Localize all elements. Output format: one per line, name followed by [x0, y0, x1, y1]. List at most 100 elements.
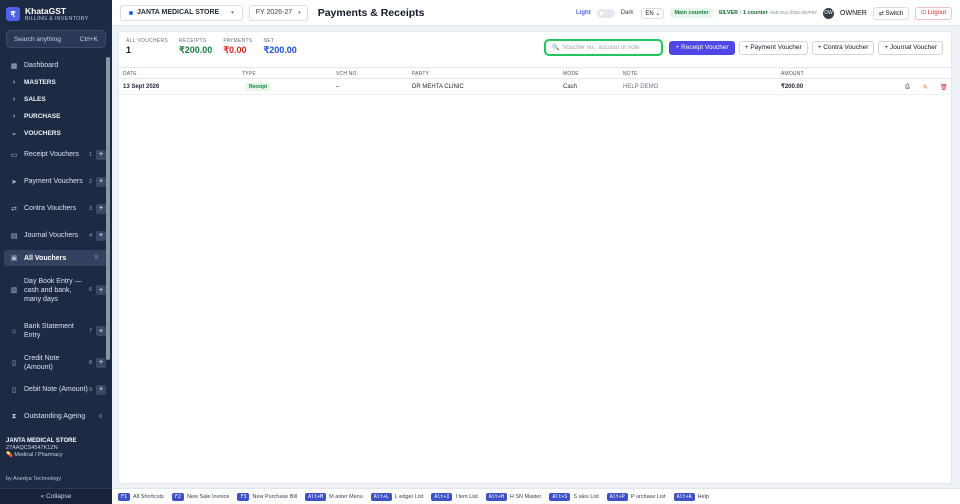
- sidebar-item-dashboard[interactable]: ▦ Dashboard: [0, 57, 112, 74]
- add-bank-statement-button[interactable]: +: [96, 326, 106, 336]
- shortcut-key[interactable]: Alt+S: [549, 492, 571, 501]
- document-icon: ▯: [12, 359, 16, 367]
- sidebar-scrollbar[interactable]: [106, 57, 110, 360]
- sidebar: ₹ KhataGST BILLING & INVENTORY Search an…: [0, 0, 112, 504]
- col-type[interactable]: TYPE: [242, 68, 256, 80]
- shortcut-label[interactable]: All Shortcuts: [133, 494, 164, 500]
- store-name: JANTA MEDICAL STORE: [6, 438, 77, 444]
- stat-net: NET ₹200.00: [263, 38, 296, 56]
- shortcut-key[interactable]: Alt+H: [485, 492, 507, 501]
- sidebar-item-label: All Vouchers: [24, 254, 67, 262]
- add-payment-voucher-button[interactable]: + Payment Voucher: [738, 40, 808, 55]
- shortcut-label[interactable]: L edger List: [395, 494, 424, 500]
- shortcut-number: 2: [88, 178, 92, 185]
- shortcut-number: 8: [88, 359, 92, 366]
- shortcut-label[interactable]: S ales List: [573, 494, 598, 500]
- col-party[interactable]: PARTY: [412, 68, 429, 80]
- sidebar-item-day-book[interactable]: ▥ Day Book Entry — cash and bank, many d…: [0, 267, 112, 313]
- stat-caption: NET: [263, 38, 275, 44]
- cell-type: Receipt: [245, 80, 272, 95]
- fy-label: FY 2026-27: [255, 9, 293, 16]
- add-journal-voucher-button[interactable]: + Journal Voucher: [878, 40, 943, 55]
- sidebar-item-vouchers[interactable]: ⌄ VOUCHERS: [0, 125, 112, 141]
- brand[interactable]: ₹ KhataGST BILLING & INVENTORY: [0, 0, 112, 28]
- theme-toggle[interactable]: [596, 8, 615, 18]
- shortcut-key[interactable]: Alt+L: [370, 492, 392, 501]
- sidebar-item-credit-note[interactable]: ▯ Credit Note (Amount) 8 +: [0, 349, 112, 376]
- voucher-search-input[interactable]: 🔍 Voucher no., account or note: [544, 39, 664, 56]
- sidebar-item-all-vouchers[interactable]: ▣ All Vouchers 5: [4, 250, 108, 266]
- avatar[interactable]: OW: [823, 7, 835, 19]
- user-role: OWNER: [840, 9, 867, 17]
- sidebar-item-debit-note[interactable]: ▯ Debit Note (Amount) 9 +: [0, 376, 112, 403]
- topbar-right: Light Dark EN ⌄ Main counter SILVER · 1 …: [576, 0, 952, 26]
- bank-icon: ⌂: [11, 327, 17, 335]
- dark-theme-label[interactable]: Dark: [621, 10, 634, 16]
- sidebar-item-purchase[interactable]: › PURCHASE: [0, 108, 112, 125]
- edit-icon[interactable]: ✎: [923, 84, 928, 91]
- print-icon[interactable]: ⎙: [905, 84, 910, 91]
- chevron-right-icon: ›: [12, 79, 16, 86]
- shortcut-key[interactable]: F3: [237, 492, 250, 501]
- shortcut-label[interactable]: New Purchase Bill: [252, 494, 297, 500]
- col-vch-no[interactable]: VCH NO.: [336, 68, 358, 80]
- stat-payments: PAYMENTS ₹0.00: [223, 38, 252, 56]
- shortcut-key[interactable]: F1: [118, 492, 131, 501]
- add-receipt-button[interactable]: +: [96, 149, 106, 160]
- fy-selector[interactable]: FY 2026-27 ▾: [248, 4, 308, 21]
- sidebar-item-label: Outstanding Ageing: [24, 413, 86, 420]
- shortcut-key[interactable]: Alt+A: [673, 492, 695, 501]
- store-category: Medical / Pharmacy: [14, 452, 63, 458]
- col-amount[interactable]: AMOUNT: [781, 68, 804, 80]
- language-select[interactable]: EN ⌄: [641, 7, 665, 19]
- store-selector[interactable]: JANTA MEDICAL STORE ▾: [120, 4, 243, 21]
- col-note[interactable]: NOTE: [623, 68, 638, 80]
- sidebar-search-input[interactable]: Search anything Ctrl+K: [6, 30, 106, 48]
- add-payment-button[interactable]: +: [96, 176, 106, 187]
- sidebar-item-label: Day Book Entry — cash and bank, many day…: [24, 277, 82, 303]
- chevron-right-icon: ›: [12, 96, 16, 103]
- shortcut-label[interactable]: Help: [698, 494, 709, 500]
- sidebar-item-payment-vouchers[interactable]: ➤ Payment Vouchers 2 +: [0, 168, 112, 195]
- shortcut-key[interactable]: Alt+M: [305, 492, 327, 501]
- add-debit-note-button[interactable]: +: [96, 384, 106, 395]
- brand-name: KhataGST: [25, 5, 67, 16]
- collapse-button[interactable]: « Collapse: [0, 488, 112, 504]
- add-contra-voucher-button[interactable]: + Contra Voucher: [811, 40, 875, 55]
- sidebar-item-label: VOUCHERS: [24, 129, 61, 137]
- delete-icon[interactable]: 🗑: [940, 84, 948, 91]
- table-row[interactable]: 13 Sept 2026 Receipt – DR MEHTA CLINIC C…: [119, 80, 951, 95]
- add-receipt-voucher-button[interactable]: + Receipt Voucher: [669, 40, 735, 55]
- vouchers-panel: ALL VOUCHERS 1 RECEIPTS ₹200.00 PAYMENTS…: [118, 31, 952, 484]
- shortcut-key[interactable]: Alt+P: [606, 492, 628, 501]
- stat-value: ₹0.00: [223, 45, 247, 55]
- shortcut-label[interactable]: P urchase List: [631, 494, 666, 500]
- sidebar-item-label: SALES: [24, 96, 46, 103]
- logout-button[interactable]: ⏻ Logout: [915, 6, 952, 20]
- sidebar-item-label: PURCHASE: [24, 113, 61, 120]
- shortcut-key[interactable]: Alt+I: [431, 492, 453, 501]
- sidebar-item-journal-vouchers[interactable]: ▤ Journal Vouchers 4 +: [0, 222, 112, 249]
- shortcut-label[interactable]: H SN Master: [510, 494, 541, 500]
- add-credit-note-button[interactable]: +: [96, 357, 106, 368]
- shortcut-label[interactable]: New Sale Invoice: [187, 494, 230, 500]
- sidebar-item-bank-statement[interactable]: ⌂ Bank Statement Entry 7 +: [0, 313, 112, 349]
- add-day-book-button[interactable]: +: [96, 285, 106, 295]
- sidebar-item-masters[interactable]: › MASTERS: [0, 74, 112, 91]
- col-date[interactable]: DATE: [123, 68, 137, 80]
- shortcut-number: 0: [98, 413, 102, 420]
- sidebar-item-receipt-vouchers[interactable]: ▭ Receipt Vouchers 1 +: [0, 141, 112, 168]
- shortcut-label[interactable]: I tem List: [455, 494, 477, 500]
- sidebar-item-contra-vouchers[interactable]: ⇄ Contra Vouchers 3 +: [0, 195, 112, 222]
- shortcut-label[interactable]: M aster Menu: [329, 494, 363, 500]
- sidebar-item-label: MASTERS: [24, 79, 56, 86]
- light-theme-label[interactable]: Light: [576, 10, 591, 16]
- shortcut-key[interactable]: F2: [171, 492, 184, 501]
- sidebar-item-sales[interactable]: › SALES: [0, 91, 112, 108]
- add-contra-button[interactable]: +: [96, 203, 106, 214]
- col-mode[interactable]: MODE: [563, 68, 579, 80]
- switch-button[interactable]: ⇄ Switch: [872, 6, 910, 20]
- book-icon: ▤: [10, 232, 18, 240]
- add-journal-button[interactable]: +: [96, 230, 106, 241]
- sidebar-item-outstanding-ageing[interactable]: ⧗ Outstanding Ageing 0: [0, 403, 112, 430]
